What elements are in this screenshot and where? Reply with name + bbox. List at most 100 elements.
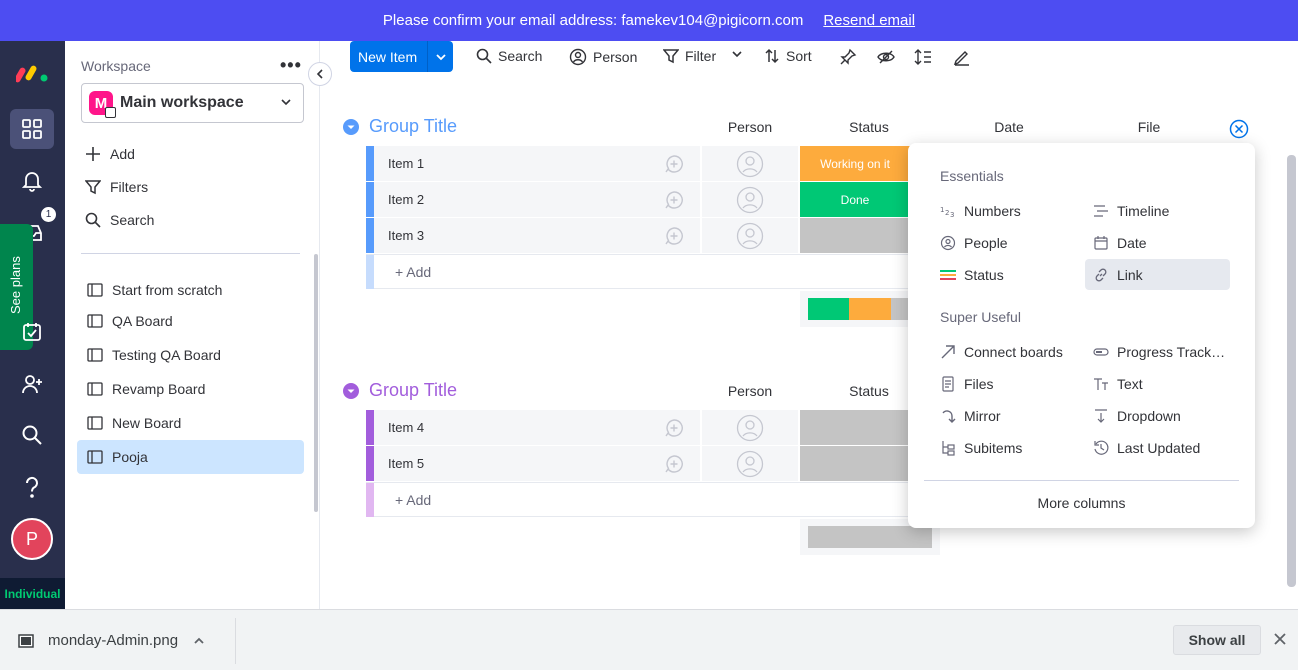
collapse-sidebar-button[interactable] xyxy=(308,62,332,86)
new-item-dropdown[interactable] xyxy=(427,41,453,72)
column-type-link[interactable]: Link xyxy=(1085,259,1230,290)
table-row[interactable]: Item 3 xyxy=(366,218,910,254)
date-icon xyxy=(1093,235,1109,251)
item-name[interactable]: Item 2 xyxy=(388,192,424,207)
invite-members-icon[interactable] xyxy=(10,364,54,404)
sidebar-filters[interactable]: Filters xyxy=(85,179,148,195)
column-type-progress-track[interactable]: Progress Track… xyxy=(1085,336,1230,367)
item-name-cell[interactable]: Item 4 xyxy=(374,410,700,445)
person-cell[interactable] xyxy=(702,146,798,181)
column-header-person[interactable]: Person xyxy=(702,383,798,399)
group-2-add-item[interactable]: + Add xyxy=(366,482,908,517)
column-type-label: Timeline xyxy=(1117,202,1170,219)
column-type-date[interactable]: Date xyxy=(1085,227,1230,258)
item-name[interactable]: Item 3 xyxy=(388,228,424,243)
status-cell[interactable] xyxy=(800,218,910,253)
group-1-add-item[interactable]: + Add xyxy=(366,254,908,289)
table-row[interactable]: Item 4 xyxy=(366,410,910,446)
add-update-icon[interactable] xyxy=(664,454,684,474)
sidebar-board-item[interactable]: Testing QA Board xyxy=(77,338,304,372)
close-column-picker-icon[interactable] xyxy=(1229,119,1249,144)
user-avatar[interactable]: P xyxy=(11,518,53,560)
column-type-mirror[interactable]: Mirror xyxy=(932,400,1077,431)
column-type-files[interactable]: Files xyxy=(932,368,1077,399)
filter-dropdown[interactable] xyxy=(731,48,743,60)
column-type-numbers[interactable]: 1 2 3 Numbers xyxy=(932,195,1077,226)
sidebar-board-item[interactable]: Revamp Board xyxy=(77,372,304,406)
search-icon[interactable] xyxy=(10,415,54,455)
toolbar-search[interactable]: Search xyxy=(476,48,542,64)
more-columns-button[interactable]: More columns xyxy=(908,495,1255,511)
notifications-bell-icon[interactable] xyxy=(10,161,54,201)
workspace-grid-icon[interactable] xyxy=(10,109,54,149)
column-type-text[interactable]: Text xyxy=(1085,368,1230,399)
sidebar-board-item[interactable]: QA Board xyxy=(77,304,304,338)
close-downloads-icon[interactable] xyxy=(1271,630,1289,653)
person-cell[interactable] xyxy=(702,410,798,445)
item-name-cell[interactable]: Item 3 xyxy=(374,218,700,253)
edit-icon[interactable] xyxy=(953,48,971,66)
my-work-icon[interactable] xyxy=(10,312,54,352)
column-type-people[interactable]: People xyxy=(932,227,1077,258)
sidebar-board-item[interactable]: New Board xyxy=(77,406,304,440)
toolbar-person[interactable]: Person xyxy=(569,48,637,66)
monday-logo-icon[interactable] xyxy=(14,61,50,88)
download-item[interactable]: monday-Admin.png xyxy=(18,610,206,671)
column-type-subitems[interactable]: Subitems xyxy=(932,432,1077,463)
add-update-icon[interactable] xyxy=(664,154,684,174)
group-1-title[interactable]: Group Title xyxy=(369,116,457,137)
add-update-icon[interactable] xyxy=(664,190,684,210)
hide-icon[interactable] xyxy=(877,48,895,66)
sidebar-search[interactable]: Search xyxy=(85,212,154,228)
board-scrollbar[interactable] xyxy=(1287,155,1296,587)
column-header-date[interactable]: Date xyxy=(960,119,1058,135)
table-row[interactable]: Item 5 xyxy=(366,446,910,482)
workspace-more-icon[interactable]: ••• xyxy=(280,55,302,76)
item-name-cell[interactable]: Item 1 xyxy=(374,146,700,181)
column-type-status[interactable]: Status xyxy=(932,259,1077,290)
group-2-title[interactable]: Group Title xyxy=(369,380,457,401)
add-update-icon[interactable] xyxy=(664,418,684,438)
toolbar-filter[interactable]: Filter xyxy=(663,48,716,64)
sidebar-board-item[interactable]: Pooja xyxy=(77,440,304,474)
sidebar-scrollbar[interactable] xyxy=(314,254,318,512)
status-cell[interactable]: Done xyxy=(800,182,910,217)
person-cell[interactable] xyxy=(702,182,798,217)
item-name[interactable]: Item 4 xyxy=(388,420,424,435)
table-row[interactable]: Item 1 Working on it xyxy=(366,146,910,182)
table-row[interactable]: Item 2 Done xyxy=(366,182,910,218)
column-header-person[interactable]: Person xyxy=(702,119,798,135)
resend-email-link[interactable]: Resend email xyxy=(823,12,915,29)
column-header-file[interactable]: File xyxy=(1100,119,1198,135)
new-item-button[interactable]: New Item xyxy=(350,41,453,72)
column-type-dropdown[interactable]: Dropdown xyxy=(1085,400,1230,431)
row-height-icon[interactable] xyxy=(914,48,932,66)
group-2-header[interactable]: Group Title xyxy=(343,380,457,401)
item-name-cell[interactable]: Item 2 xyxy=(374,182,700,217)
pin-icon[interactable] xyxy=(839,48,857,66)
help-icon[interactable] xyxy=(10,467,54,507)
show-all-button[interactable]: Show all xyxy=(1173,625,1261,655)
column-type-connect-boards[interactable]: Connect boards xyxy=(932,336,1077,367)
workspace-selector[interactable]: M Main workspace xyxy=(81,83,304,123)
sidebar-add[interactable]: Add xyxy=(85,146,135,162)
status-cell[interactable]: Working on it xyxy=(800,146,910,181)
item-name[interactable]: Item 1 xyxy=(388,156,424,171)
chevron-up-icon[interactable] xyxy=(192,634,206,648)
status-cell[interactable] xyxy=(800,446,910,481)
item-name[interactable]: Item 5 xyxy=(388,456,424,471)
sidebar-board-item[interactable]: Start from scratch xyxy=(77,273,304,307)
column-type-timeline[interactable]: Timeline xyxy=(1085,195,1230,226)
toolbar-sort[interactable]: Sort xyxy=(764,48,812,64)
column-type-last-updated[interactable]: Last Updated xyxy=(1085,432,1230,463)
column-header-status[interactable]: Status xyxy=(800,119,938,135)
person-cell[interactable] xyxy=(702,446,798,481)
collapse-group-icon[interactable] xyxy=(343,118,359,135)
collapse-group-icon[interactable] xyxy=(343,382,359,399)
item-name-cell[interactable]: Item 5 xyxy=(374,446,700,481)
group-1-header[interactable]: Group Title xyxy=(343,116,457,137)
status-cell[interactable] xyxy=(800,410,910,445)
add-update-icon[interactable] xyxy=(664,226,684,246)
column-type-label: Connect boards xyxy=(964,343,1063,360)
person-cell[interactable] xyxy=(702,218,798,253)
